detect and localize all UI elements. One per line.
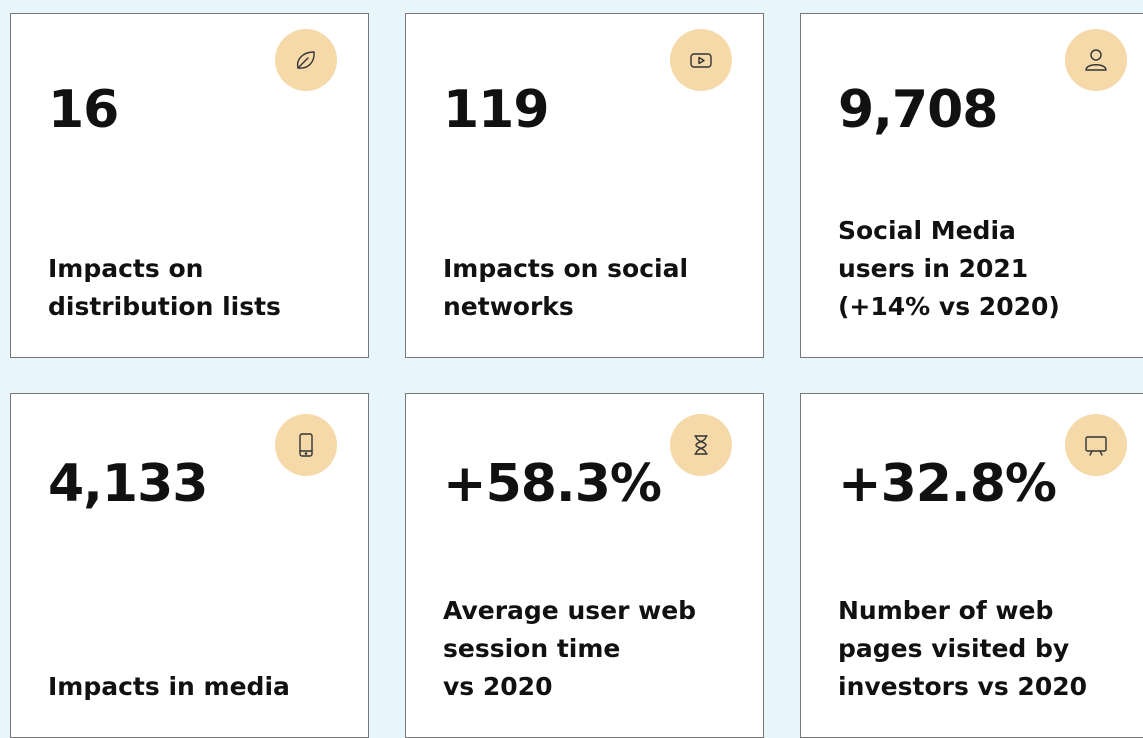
stat-card-media: 4,133 Impacts in media	[10, 393, 369, 738]
stat-label: Social Media users in 2021 (+14% vs 2020…	[838, 216, 1060, 321]
stat-card-social-media-users: 9,708 Social Media users in 2021 (+14% v…	[800, 13, 1143, 358]
stat-label: Impacts on distribution lists	[48, 254, 281, 321]
hourglass-icon	[670, 414, 732, 476]
stat-label: Number of web pages visited by investors…	[838, 596, 1087, 701]
stat-value: 4,133	[48, 454, 208, 514]
stat-value: +58.3%	[443, 454, 662, 514]
stat-value: 16	[48, 80, 119, 140]
stat-card-web-pages-visited: +32.8% Number of web pages visited by in…	[800, 393, 1143, 738]
stat-value: 9,708	[838, 80, 998, 140]
stat-value: 119	[443, 80, 550, 140]
stat-card-distribution-lists: 16 Impacts on distribution lists	[10, 13, 369, 358]
stat-value: +32.8%	[838, 454, 1057, 514]
stat-label: Impacts in media	[48, 672, 290, 701]
smartphone-icon	[275, 414, 337, 476]
leaf-icon	[275, 29, 337, 91]
monitor-icon	[1065, 414, 1127, 476]
stat-label: Impacts on social networks	[443, 254, 689, 321]
user-icon	[1065, 29, 1127, 91]
stat-card-web-session-time: +58.3% Average user web session time vs …	[405, 393, 764, 738]
video-play-icon	[670, 29, 732, 91]
stat-label: Average user web session time vs 2020	[443, 596, 697, 701]
stat-card-social-networks: 119 Impacts on social networks	[405, 13, 764, 358]
